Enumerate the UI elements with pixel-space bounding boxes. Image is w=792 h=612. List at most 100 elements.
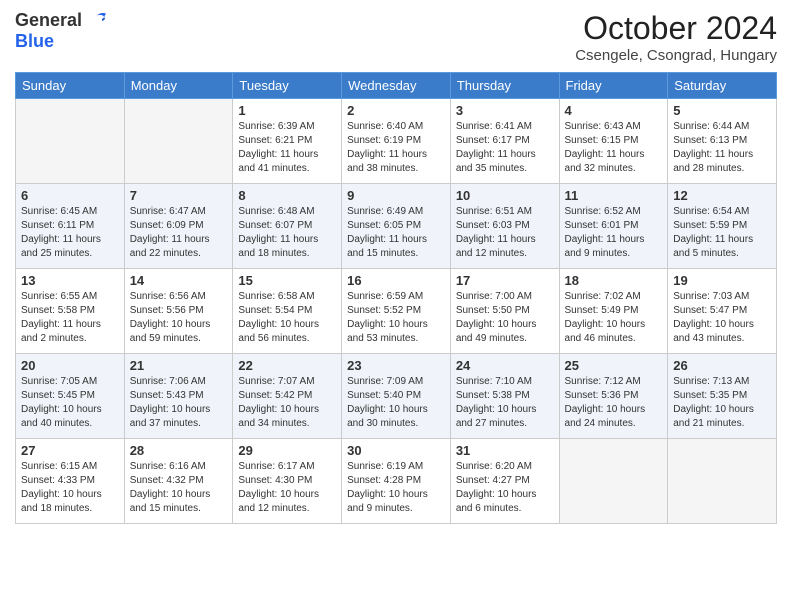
logo: General Blue bbox=[15, 10, 108, 52]
day-info: Sunrise: 6:45 AM Sunset: 6:11 PM Dayligh… bbox=[21, 205, 119, 261]
calendar-table: Sunday Monday Tuesday Wednesday Thursday… bbox=[15, 72, 777, 524]
day-number: 31 bbox=[456, 443, 554, 458]
day-info: Sunrise: 6:15 AM Sunset: 4:33 PM Dayligh… bbox=[21, 460, 119, 516]
day-number: 16 bbox=[347, 273, 445, 288]
day-number: 8 bbox=[238, 188, 336, 203]
day-info: Sunrise: 7:03 AM Sunset: 5:47 PM Dayligh… bbox=[673, 290, 771, 346]
day-number: 15 bbox=[238, 273, 336, 288]
col-friday: Friday bbox=[559, 73, 668, 99]
table-row: 26Sunrise: 7:13 AM Sunset: 5:35 PM Dayli… bbox=[668, 354, 777, 439]
table-row: 12 Sunrise: 6:54 AM Sunset: 5:59 PM Dayli… bbox=[668, 184, 777, 269]
day-number: 1 bbox=[238, 103, 336, 118]
table-row: 4 Sunrise: 6:43 AM Sunset: 6:15 PM Daylig… bbox=[559, 99, 668, 184]
table-row bbox=[559, 439, 668, 524]
day-info: Sunrise: 6:48 AM Sunset: 6:07 PM Dayligh… bbox=[238, 205, 336, 261]
day-number: 10 bbox=[456, 188, 554, 203]
table-row: 19 Sunrise: 7:03 AM Sunset: 5:47 PM Dayli… bbox=[668, 269, 777, 354]
day-number: 24 bbox=[456, 358, 554, 373]
calendar-week-row: 27 Sunrise: 6:15 AM Sunset: 4:33 PM Dayli… bbox=[16, 439, 777, 524]
page-header: General Blue October 2024 Csengele, Cson… bbox=[15, 10, 777, 64]
col-saturday: Saturday bbox=[668, 73, 777, 99]
day-number: 18 bbox=[565, 273, 663, 288]
day-number: 9 bbox=[347, 188, 445, 203]
day-info: Sunrise: 6:41 AM Sunset: 6:17 PM Dayligh… bbox=[456, 120, 554, 176]
day-number: 27 bbox=[21, 443, 119, 458]
table-row: 5Sunrise: 6:44 AM Sunset: 6:13 PM Daylig… bbox=[668, 99, 777, 184]
table-row: 3 Sunrise: 6:41 AM Sunset: 6:17 PM Daylig… bbox=[450, 99, 559, 184]
day-info: Sunrise: 6:55 AM Sunset: 5:58 PM Dayligh… bbox=[21, 290, 119, 346]
table-row: 21Sunrise: 7:06 AM Sunset: 5:43 PM Dayli… bbox=[124, 354, 233, 439]
day-info: Sunrise: 6:58 AM Sunset: 5:54 PM Dayligh… bbox=[238, 290, 336, 346]
title-block: October 2024 Csengele, Csongrad, Hungary bbox=[575, 10, 777, 64]
table-row: 28 Sunrise: 6:16 AM Sunset: 4:32 PM Dayli… bbox=[124, 439, 233, 524]
table-row: 24 Sunrise: 7:10 AM Sunset: 5:38 PM Dayli… bbox=[450, 354, 559, 439]
table-row: 6Sunrise: 6:45 AM Sunset: 6:11 PM Daylig… bbox=[16, 184, 125, 269]
day-info: Sunrise: 7:09 AM Sunset: 5:40 PM Dayligh… bbox=[347, 375, 445, 431]
table-row bbox=[668, 439, 777, 524]
day-info: Sunrise: 6:54 AM Sunset: 5:59 PM Dayligh… bbox=[673, 205, 771, 261]
day-info: Sunrise: 6:47 AM Sunset: 6:09 PM Dayligh… bbox=[130, 205, 228, 261]
table-row: 14 Sunrise: 6:56 AM Sunset: 5:56 PM Dayli… bbox=[124, 269, 233, 354]
day-info: Sunrise: 6:43 AM Sunset: 6:15 PM Dayligh… bbox=[565, 120, 663, 176]
col-wednesday: Wednesday bbox=[342, 73, 451, 99]
day-number: 12 bbox=[673, 188, 771, 203]
day-number: 30 bbox=[347, 443, 445, 458]
table-row bbox=[124, 99, 233, 184]
table-row: 23Sunrise: 7:09 AM Sunset: 5:40 PM Dayli… bbox=[342, 354, 451, 439]
day-number: 17 bbox=[456, 273, 554, 288]
calendar-week-row: 13 Sunrise: 6:55 AM Sunset: 5:58 PM Dayli… bbox=[16, 269, 777, 354]
day-info: Sunrise: 6:20 AM Sunset: 4:27 PM Dayligh… bbox=[456, 460, 554, 516]
table-row: 17Sunrise: 7:00 AM Sunset: 5:50 PM Dayli… bbox=[450, 269, 559, 354]
day-number: 2 bbox=[347, 103, 445, 118]
day-number: 3 bbox=[456, 103, 554, 118]
day-info: Sunrise: 6:59 AM Sunset: 5:52 PM Dayligh… bbox=[347, 290, 445, 346]
month-title: October 2024 bbox=[575, 10, 777, 47]
day-info: Sunrise: 6:52 AM Sunset: 6:01 PM Dayligh… bbox=[565, 205, 663, 261]
table-row: 16 Sunrise: 6:59 AM Sunset: 5:52 PM Dayli… bbox=[342, 269, 451, 354]
day-number: 19 bbox=[673, 273, 771, 288]
day-info: Sunrise: 6:56 AM Sunset: 5:56 PM Dayligh… bbox=[130, 290, 228, 346]
table-row: 2 Sunrise: 6:40 AM Sunset: 6:19 PM Daylig… bbox=[342, 99, 451, 184]
table-row: 27 Sunrise: 6:15 AM Sunset: 4:33 PM Dayli… bbox=[16, 439, 125, 524]
day-info: Sunrise: 7:06 AM Sunset: 5:43 PM Dayligh… bbox=[130, 375, 228, 431]
day-info: Sunrise: 6:40 AM Sunset: 6:19 PM Dayligh… bbox=[347, 120, 445, 176]
day-number: 13 bbox=[21, 273, 119, 288]
table-row: 11 Sunrise: 6:52 AM Sunset: 6:01 PM Dayli… bbox=[559, 184, 668, 269]
day-number: 4 bbox=[565, 103, 663, 118]
table-row: 15 Sunrise: 6:58 AM Sunset: 5:54 PM Dayli… bbox=[233, 269, 342, 354]
table-row bbox=[16, 99, 125, 184]
calendar-week-row: 6Sunrise: 6:45 AM Sunset: 6:11 PM Daylig… bbox=[16, 184, 777, 269]
day-info: Sunrise: 6:19 AM Sunset: 4:28 PM Dayligh… bbox=[347, 460, 445, 516]
day-number: 14 bbox=[130, 273, 228, 288]
day-info: Sunrise: 7:02 AM Sunset: 5:49 PM Dayligh… bbox=[565, 290, 663, 346]
day-info: Sunrise: 6:17 AM Sunset: 4:30 PM Dayligh… bbox=[238, 460, 336, 516]
day-number: 28 bbox=[130, 443, 228, 458]
table-row: 10 Sunrise: 6:51 AM Sunset: 6:03 PM Dayli… bbox=[450, 184, 559, 269]
day-number: 20 bbox=[21, 358, 119, 373]
table-row: 31 Sunrise: 6:20 AM Sunset: 4:27 PM Dayli… bbox=[450, 439, 559, 524]
day-info: Sunrise: 6:51 AM Sunset: 6:03 PM Dayligh… bbox=[456, 205, 554, 261]
day-info: Sunrise: 6:39 AM Sunset: 6:21 PM Dayligh… bbox=[238, 120, 336, 176]
table-row: 30 Sunrise: 6:19 AM Sunset: 4:28 PM Dayli… bbox=[342, 439, 451, 524]
day-number: 7 bbox=[130, 188, 228, 203]
day-number: 25 bbox=[565, 358, 663, 373]
col-tuesday: Tuesday bbox=[233, 73, 342, 99]
logo-bird-icon bbox=[86, 10, 108, 32]
calendar-week-row: 1 Sunrise: 6:39 AM Sunset: 6:21 PM Daylig… bbox=[16, 99, 777, 184]
table-row: 8 Sunrise: 6:48 AM Sunset: 6:07 PM Daylig… bbox=[233, 184, 342, 269]
table-row: 9Sunrise: 6:49 AM Sunset: 6:05 PM Daylig… bbox=[342, 184, 451, 269]
table-row: 20 Sunrise: 7:05 AM Sunset: 5:45 PM Dayli… bbox=[16, 354, 125, 439]
day-number: 11 bbox=[565, 188, 663, 203]
calendar-week-row: 20 Sunrise: 7:05 AM Sunset: 5:45 PM Dayli… bbox=[16, 354, 777, 439]
day-info: Sunrise: 6:16 AM Sunset: 4:32 PM Dayligh… bbox=[130, 460, 228, 516]
col-monday: Monday bbox=[124, 73, 233, 99]
table-row: 1 Sunrise: 6:39 AM Sunset: 6:21 PM Daylig… bbox=[233, 99, 342, 184]
day-info: Sunrise: 7:12 AM Sunset: 5:36 PM Dayligh… bbox=[565, 375, 663, 431]
day-number: 29 bbox=[238, 443, 336, 458]
table-row: 18 Sunrise: 7:02 AM Sunset: 5:49 PM Dayli… bbox=[559, 269, 668, 354]
col-sunday: Sunday bbox=[16, 73, 125, 99]
table-row: 29 Sunrise: 6:17 AM Sunset: 4:30 PM Dayli… bbox=[233, 439, 342, 524]
day-info: Sunrise: 7:10 AM Sunset: 5:38 PM Dayligh… bbox=[456, 375, 554, 431]
col-thursday: Thursday bbox=[450, 73, 559, 99]
day-info: Sunrise: 7:05 AM Sunset: 5:45 PM Dayligh… bbox=[21, 375, 119, 431]
